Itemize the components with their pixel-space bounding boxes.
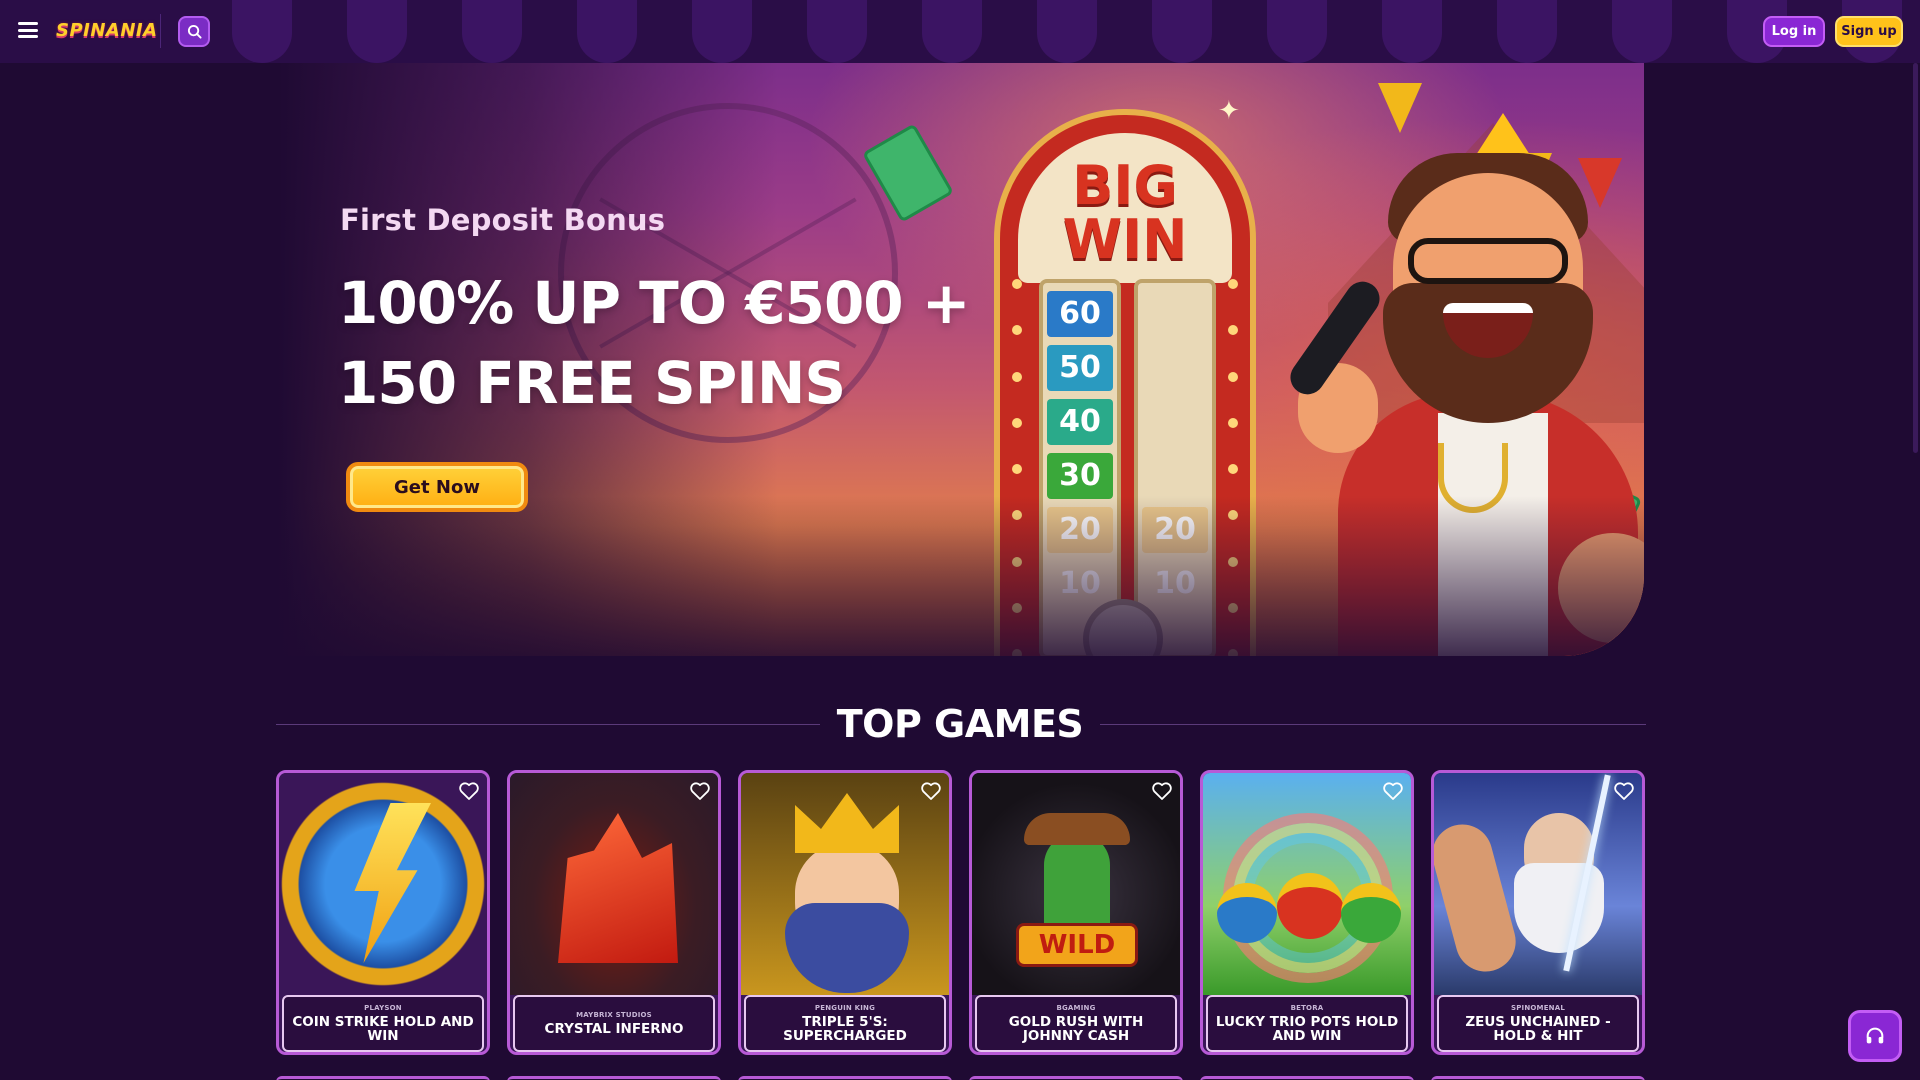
hamburger-icon[interactable] — [18, 22, 38, 38]
game-thumbnail[interactable] — [1203, 773, 1411, 995]
favorite-button[interactable] — [1612, 779, 1636, 803]
heart-icon — [921, 782, 941, 800]
header-tent-decoration — [232, 0, 1920, 63]
headline-line: 150 FREE SPINS — [338, 349, 846, 417]
heart-icon — [1383, 782, 1403, 800]
game-name: TRIPLE 5'S: SUPERCHARGED — [783, 1014, 907, 1044]
get-now-button[interactable]: Get Now — [346, 462, 528, 512]
game-card-partial[interactable] — [1200, 1076, 1414, 1080]
site-logo[interactable]: SPINANIA — [56, 16, 157, 46]
section-divider-left — [276, 724, 820, 725]
game-thumbnail[interactable] — [741, 773, 949, 995]
game-name: ZEUS UNCHAINED - HOLD & HIT — [1465, 1014, 1611, 1044]
game-thumbnail[interactable] — [510, 773, 718, 995]
headset-icon — [1866, 1027, 1884, 1044]
meter-value: 40 — [1047, 399, 1113, 445]
game-card-partial[interactable] — [738, 1076, 952, 1080]
headline-line: 100% UP TO €500 + — [338, 269, 970, 337]
login-button[interactable]: Log in — [1763, 16, 1825, 47]
game-card-partial[interactable] — [507, 1076, 721, 1080]
game-label: BETORA LUCKY TRIO POTS HOLD AND WIN — [1206, 995, 1408, 1052]
game-label: BGAMING GOLD RUSH WITH JOHNNY CASH — [975, 995, 1177, 1052]
section-title: TOP GAMES — [836, 702, 1084, 746]
game-name: COIN STRIKE HOLD AND WIN — [292, 1014, 474, 1044]
banner-kicker: First Deposit Bonus — [340, 203, 666, 237]
game-provider: BETORA — [1290, 1004, 1324, 1012]
game-provider: MAYBRIX STUDIOS — [576, 1011, 652, 1019]
support-chat-button[interactable] — [1848, 1010, 1902, 1062]
heart-icon — [1614, 782, 1634, 800]
game-card-partial[interactable] — [969, 1076, 1183, 1080]
game-name: CRYSTAL INFERNO — [544, 1021, 684, 1037]
game-card[interactable]: BETORA LUCKY TRIO POTS HOLD AND WIN — [1200, 770, 1414, 1055]
promo-banner[interactable]: ✦ ✦ BIGWIN 60 50 40 30 20 10 20 10 — [278, 63, 1644, 656]
heart-icon — [1152, 782, 1172, 800]
game-card-partial[interactable] — [1431, 1076, 1645, 1080]
favorite-button[interactable] — [688, 779, 712, 803]
favorite-button[interactable] — [457, 779, 481, 803]
game-label: PENGUIN KING TRIPLE 5'S: SUPERCHARGED — [744, 995, 946, 1052]
heart-icon — [459, 782, 479, 800]
search-button[interactable] — [178, 16, 210, 47]
game-thumbnail[interactable] — [279, 773, 487, 995]
game-card[interactable]: MAYBRIX STUDIOS CRYSTAL INFERNO — [507, 770, 721, 1055]
game-thumbnail[interactable] — [1434, 773, 1642, 995]
game-label: PLAYSON COIN STRIKE HOLD AND WIN — [282, 995, 484, 1052]
favorite-button[interactable] — [919, 779, 943, 803]
game-label: SPINOMENAL ZEUS UNCHAINED - HOLD & HIT — [1437, 995, 1639, 1052]
meter-value: 60 — [1047, 291, 1113, 337]
top-games-grid: PLAYSON COIN STRIKE HOLD AND WIN MAYBRIX… — [276, 770, 1646, 1055]
game-provider: SPINOMENAL — [1510, 1004, 1566, 1012]
game-card[interactable]: WILD BGAMING GOLD RUSH WITH JOHNNY CASH — [969, 770, 1183, 1055]
search-icon — [187, 24, 202, 39]
wild-symbol: WILD — [1016, 923, 1138, 967]
game-card[interactable]: PENGUIN KING TRIPLE 5'S: SUPERCHARGED — [738, 770, 952, 1055]
game-card[interactable]: SPINOMENAL ZEUS UNCHAINED - HOLD & HIT — [1431, 770, 1645, 1055]
game-name: GOLD RUSH WITH JOHNNY CASH — [1008, 1014, 1144, 1044]
meter-value: 30 — [1047, 453, 1113, 499]
section-divider-right — [1100, 724, 1646, 725]
game-card-partial[interactable] — [276, 1076, 490, 1080]
favorite-button[interactable] — [1381, 779, 1405, 803]
game-label: MAYBRIX STUDIOS CRYSTAL INFERNO — [513, 995, 715, 1052]
page-scrollbar[interactable] — [1913, 63, 1918, 453]
favorite-button[interactable] — [1150, 779, 1174, 803]
game-card[interactable]: PLAYSON COIN STRIKE HOLD AND WIN — [276, 770, 490, 1055]
header-divider — [160, 14, 161, 48]
heart-icon — [690, 782, 710, 800]
game-provider: BGAMING — [1056, 1004, 1096, 1012]
signup-button[interactable]: Sign up — [1835, 16, 1903, 47]
banner-headline: 100% UP TO €500 + 150 FREE SPINS — [338, 263, 1038, 423]
top-header: SPINANIA Log in Sign up — [0, 0, 1920, 63]
game-name: LUCKY TRIO POTS HOLD AND WIN — [1215, 1014, 1399, 1044]
game-provider: PENGUIN KING — [814, 1004, 876, 1012]
game-thumbnail[interactable]: WILD — [972, 773, 1180, 995]
meter-value: 50 — [1047, 345, 1113, 391]
game-provider: PLAYSON — [364, 1004, 402, 1012]
